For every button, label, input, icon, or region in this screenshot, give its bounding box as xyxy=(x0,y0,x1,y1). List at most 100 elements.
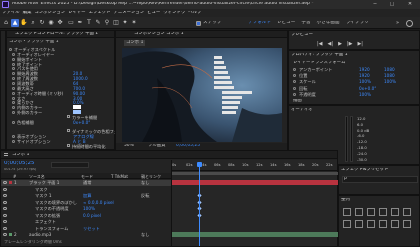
stopwatch-icon[interactable] xyxy=(12,106,15,110)
table-row[interactable]: 2 audio.mp3 なし xyxy=(1,232,171,238)
visibility-eye-icon[interactable] xyxy=(3,220,7,223)
property-row[interactable]: 回転 0x+0.0° xyxy=(289,86,419,92)
stopwatch-icon[interactable] xyxy=(293,68,296,71)
align-button-icon[interactable] xyxy=(355,220,363,228)
stopwatch-icon[interactable] xyxy=(293,86,296,90)
zoom-tool-icon[interactable]: ⌕ xyxy=(29,19,37,27)
property-value-2[interactable]: 1080 xyxy=(384,67,395,72)
preview-button-2[interactable]: ▶ xyxy=(338,41,342,47)
layer-name[interactable]: audio.mp3 xyxy=(29,232,79,237)
puppet-tool-icon[interactable]: ✶ xyxy=(130,19,138,27)
stopwatch-icon[interactable] xyxy=(12,81,15,85)
table-row[interactable]: マスク xyxy=(1,187,171,193)
layer-duration-bar[interactable] xyxy=(172,232,338,237)
align-button-icon[interactable] xyxy=(391,208,399,216)
property-row[interactable]: 不透明度 100% xyxy=(289,92,419,98)
property-value-1[interactable]: 100% xyxy=(359,92,371,97)
hand-tool-icon[interactable]: ✋ xyxy=(20,19,28,27)
composition-label[interactable]: コンポ 1 xyxy=(124,40,146,47)
draw-section-label[interactable]: 描画 xyxy=(293,99,302,103)
table-row[interactable]: 1 ブラック 平面 1 通常 なし xyxy=(1,180,171,186)
snap-checkbox[interactable] xyxy=(196,21,201,26)
color-swatch[interactable] xyxy=(73,105,81,110)
timeline-timecode[interactable]: 0;00;05;25 xyxy=(4,161,35,167)
layer-name[interactable]: エフェクト xyxy=(35,219,85,225)
color-swatch[interactable] xyxy=(73,110,81,115)
effect-row[interactable]: 持続時間の平均化 xyxy=(7,144,114,149)
workspace-tab-1[interactable]: レビュー xyxy=(277,21,295,26)
property-value-1[interactable]: 1920 xyxy=(359,73,370,78)
layer-mode[interactable]: 通常 xyxy=(83,180,91,186)
table-row[interactable]: マスクの不透明度 100% xyxy=(1,206,171,212)
property-row[interactable]: アンカーポイント 1920 1080 xyxy=(289,67,419,73)
workspace-tab-2[interactable]: 学習 xyxy=(301,21,310,26)
playhead[interactable] xyxy=(199,162,200,246)
stopwatch-icon[interactable] xyxy=(9,48,12,51)
maximize-button[interactable]: □ xyxy=(387,2,397,7)
properties-tab[interactable]: プロパティ: ブラック 平面 1 xyxy=(291,53,348,57)
minimize-button[interactable]: ─ xyxy=(370,2,380,7)
stopwatch-icon[interactable] xyxy=(12,52,15,56)
layer-mode[interactable]: リセット xyxy=(83,226,100,232)
property-value-2[interactable]: 100% xyxy=(384,79,396,84)
table-row[interactable]: マスクの拡張 0.0 pixel xyxy=(1,213,171,219)
visibility-eye-icon[interactable] xyxy=(3,213,7,217)
stopwatch-icon[interactable] xyxy=(12,96,15,100)
layer-mode[interactable]: ∞ 0.0,0.0 pixel xyxy=(83,200,114,205)
visibility-eye-icon[interactable] xyxy=(3,207,7,210)
checkbox[interactable] xyxy=(67,144,70,147)
align-button-icon[interactable] xyxy=(403,208,411,216)
menu-item-3[interactable]: レイヤー xyxy=(68,11,85,15)
close-button[interactable]: ✕ xyxy=(405,2,415,7)
table-row[interactable]: マスク 1 加算 反転 xyxy=(1,193,171,199)
layer-name[interactable]: ブラック 平面 1 xyxy=(29,180,79,186)
home-icon[interactable]: ⌂ xyxy=(2,19,10,27)
stopwatch-icon[interactable] xyxy=(12,57,15,61)
stopwatch-icon[interactable] xyxy=(12,140,15,144)
menu-item-1[interactable]: 編集 xyxy=(23,11,32,15)
stopwatch-icon[interactable] xyxy=(12,72,15,76)
stopwatch-icon[interactable] xyxy=(12,62,15,66)
align-button-icon[interactable] xyxy=(367,220,375,228)
composition-tab[interactable]: コンポジション コンポ 1 xyxy=(134,32,184,36)
layer-mode[interactable]: 100% xyxy=(83,206,95,211)
table-row[interactable]: トランスフォーム リセット xyxy=(1,226,171,232)
stopwatch-icon[interactable] xyxy=(12,135,15,139)
layer-mode[interactable]: 加算 xyxy=(83,193,91,199)
resolution-select[interactable]: フル画質 xyxy=(148,144,166,148)
layer-name[interactable]: トランスフォーム xyxy=(35,226,85,232)
align-button-icon[interactable] xyxy=(367,208,375,216)
align-tab[interactable]: 整列 xyxy=(341,198,350,202)
timeline-menu-icon[interactable] xyxy=(4,153,8,156)
playhead-handle[interactable] xyxy=(197,162,202,167)
timeline-graph[interactable]: 0s 02s 04s 06s 08s 10s 12s 14s 16s 18s 20s 22s xyxy=(171,160,338,246)
audio-tab[interactable]: オーディオ xyxy=(291,108,313,112)
effect-controls-tab[interactable]: エフェクトコントロール: ブラック 平面 1 xyxy=(15,32,113,36)
align-button-icon[interactable] xyxy=(391,220,399,228)
property-row[interactable]: スケール 100% 100% xyxy=(289,79,419,85)
preview-button-0[interactable]: |◀ xyxy=(317,41,323,47)
clone-stamp-tool-icon[interactable]: ⚲ xyxy=(103,19,111,27)
workspace-tab-0[interactable]: デフォルト xyxy=(248,21,271,26)
preview-button-1[interactable]: ◀| xyxy=(328,41,334,47)
eraser-tool-icon[interactable]: ◫ xyxy=(112,19,120,27)
align-button-icon[interactable] xyxy=(343,208,351,216)
stopwatch-icon[interactable] xyxy=(12,91,15,95)
stopwatch-icon[interactable] xyxy=(293,80,296,84)
stopwatch-icon[interactable] xyxy=(12,120,15,124)
layer-name[interactable]: マスクの境界のぼかし xyxy=(35,200,85,206)
timeline-column-3[interactable]: T TrkMat xyxy=(111,174,128,179)
zoom-level[interactable]: 50% xyxy=(124,144,134,148)
comp-current-time[interactable]: 0;00;05;25 xyxy=(176,144,200,148)
property-value-1[interactable]: 100% xyxy=(359,79,371,84)
table-row[interactable]: マスクの境界のぼかし ∞ 0.0,0.0 pixel xyxy=(1,200,171,206)
layer-name[interactable]: マスクの不透明度 xyxy=(35,206,85,212)
align-button-icon[interactable] xyxy=(355,208,363,216)
visibility-eye-icon[interactable] xyxy=(3,226,7,230)
align-button-icon[interactable] xyxy=(379,208,387,216)
stopwatch-icon[interactable] xyxy=(293,74,296,78)
camera-tool-icon[interactable]: ◉ xyxy=(47,19,55,27)
property-value-1[interactable]: 1920 xyxy=(359,67,370,72)
timeline-column-0[interactable]: # xyxy=(13,174,16,179)
preview-button-3[interactable]: |▶ xyxy=(347,41,353,47)
